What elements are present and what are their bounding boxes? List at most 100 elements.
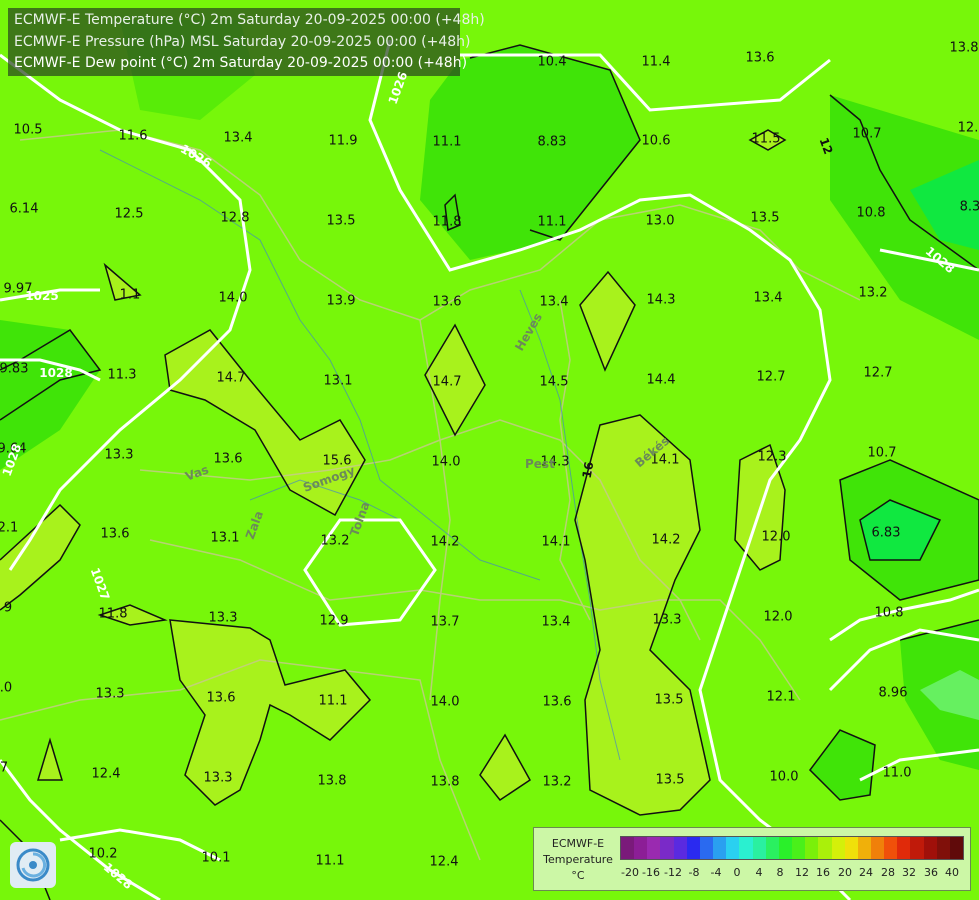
legend-tick: 32 <box>902 866 916 879</box>
value-label: 12. <box>957 120 979 136</box>
value-label: 12.1 <box>766 689 796 705</box>
value-label: 9.83 <box>0 361 29 377</box>
title-dewpoint: ECMWF-E Dew point (°C) 2m Saturday 20-09… <box>14 55 468 71</box>
value-label: 13.2 <box>542 774 572 790</box>
value-label: 13.6 <box>542 694 572 710</box>
value-label: 13.4 <box>223 130 253 146</box>
legend-tick: 12 <box>795 866 809 879</box>
value-label: 13.1 <box>210 530 240 546</box>
value-label: 7 <box>0 760 9 776</box>
value-label: 10.2 <box>88 846 118 862</box>
legend-tick: 36 <box>924 866 938 879</box>
value-label: 12.0 <box>763 609 793 625</box>
value-label: 13.0 <box>645 213 675 229</box>
value-label: 11.1 <box>315 853 345 869</box>
value-label: 13.5 <box>654 692 684 708</box>
value-label: 13.6 <box>100 526 130 542</box>
value-label: 12.7 <box>756 369 786 385</box>
value-label: 11.4 <box>641 54 671 70</box>
value-label: 10.7 <box>852 126 882 142</box>
value-label: 8.3 <box>959 199 979 215</box>
legend-tick: 20 <box>838 866 852 879</box>
legend-color-bar <box>620 836 964 860</box>
value-label: 13.6 <box>745 50 775 66</box>
value-label: 14.2 <box>651 532 681 548</box>
value-label: 13.6 <box>432 294 462 310</box>
value-label: 10.6 <box>641 133 671 149</box>
legend-tick: 0 <box>733 866 741 879</box>
value-label: 14.1 <box>541 534 571 550</box>
value-label: 12.4 <box>91 766 121 782</box>
value-label: 11.1 <box>318 693 348 709</box>
value-label: 14.5 <box>539 374 569 390</box>
value-label: 12.9 <box>319 613 349 629</box>
value-label: 13.6 <box>213 451 243 467</box>
value-label: 11.9 <box>328 133 358 149</box>
value-label: 11.5 <box>751 131 781 147</box>
title-box: ECMWF-E Temperature (°C) 2m Saturday 20-… <box>8 8 485 76</box>
value-label: 12.8 <box>220 210 250 226</box>
legend-swatch <box>634 837 648 859</box>
legend-title-line: °C <box>571 869 585 882</box>
value-label: 13.8 <box>430 774 460 790</box>
value-label: 13.9 <box>326 293 356 309</box>
value-label: 6.14 <box>9 201 39 217</box>
value-label: 14.2 <box>430 534 460 550</box>
value-label: 13.5 <box>750 210 780 226</box>
legend-swatch <box>936 837 950 859</box>
legend-swatch <box>726 837 740 859</box>
value-label: 10.4 <box>537 54 567 70</box>
legend-tick: -12 <box>664 866 682 879</box>
legend-swatch <box>621 837 635 859</box>
value-label: 6.83 <box>871 525 901 541</box>
legend-swatch <box>923 837 937 859</box>
legend-title-line: Temperature <box>543 853 613 866</box>
legend-tick: -8 <box>688 866 700 879</box>
value-label: 10.8 <box>874 605 904 621</box>
legend-swatch <box>910 837 924 859</box>
value-label: 12.3 <box>757 449 787 465</box>
isobar-label: 16 <box>579 460 597 480</box>
value-label: 10.5 <box>13 122 43 138</box>
legend-swatch <box>818 837 832 859</box>
legend-swatch <box>857 837 871 859</box>
legend-tick: -4 <box>710 866 722 879</box>
legend-swatch <box>805 837 819 859</box>
value-label: .0 <box>0 680 13 696</box>
value-label: 13.5 <box>326 213 356 229</box>
legend-swatch <box>765 837 779 859</box>
legend-swatch <box>778 837 793 859</box>
value-label: 13.8 <box>317 773 347 789</box>
value-label: 11.1 <box>537 214 567 230</box>
value-label: 11.0 <box>882 765 912 781</box>
legend-tick: 8 <box>776 866 784 879</box>
value-label: 14.4 <box>646 372 676 388</box>
value-label: 14.7 <box>216 370 246 386</box>
value-label: 13.4 <box>541 614 571 630</box>
legend-tick: 40 <box>945 866 959 879</box>
legend-swatch <box>949 837 964 859</box>
legend-swatch <box>897 837 911 859</box>
value-label: 13.3 <box>104 447 134 463</box>
legend-swatch <box>660 837 674 859</box>
legend-swatch <box>739 837 753 859</box>
value-label: 10.1 <box>201 850 231 866</box>
value-label: 14.0 <box>431 454 461 470</box>
value-label: 13.6 <box>206 690 236 706</box>
legend-swatch <box>884 837 898 859</box>
value-label: 10.7 <box>867 445 897 461</box>
value-label: 2.1 <box>0 520 19 536</box>
title-pressure: ECMWF-E Pressure (hPa) MSL Saturday 20-0… <box>14 34 471 50</box>
ecmwf-logo <box>10 842 56 888</box>
isobar-label: 1025 <box>25 289 59 303</box>
legend-swatch <box>752 837 766 859</box>
value-label: 11.3 <box>107 367 137 383</box>
value-label: 11.1 <box>432 134 462 150</box>
legend-tick: 4 <box>755 866 763 879</box>
value-label: 13.4 <box>753 290 783 306</box>
value-label: 13.3 <box>208 610 238 626</box>
value-label: 12.0 <box>761 529 791 545</box>
isobar-label: 1028 <box>39 366 73 380</box>
value-label: 14.3 <box>646 292 676 308</box>
value-label: 13.4 <box>539 294 569 310</box>
